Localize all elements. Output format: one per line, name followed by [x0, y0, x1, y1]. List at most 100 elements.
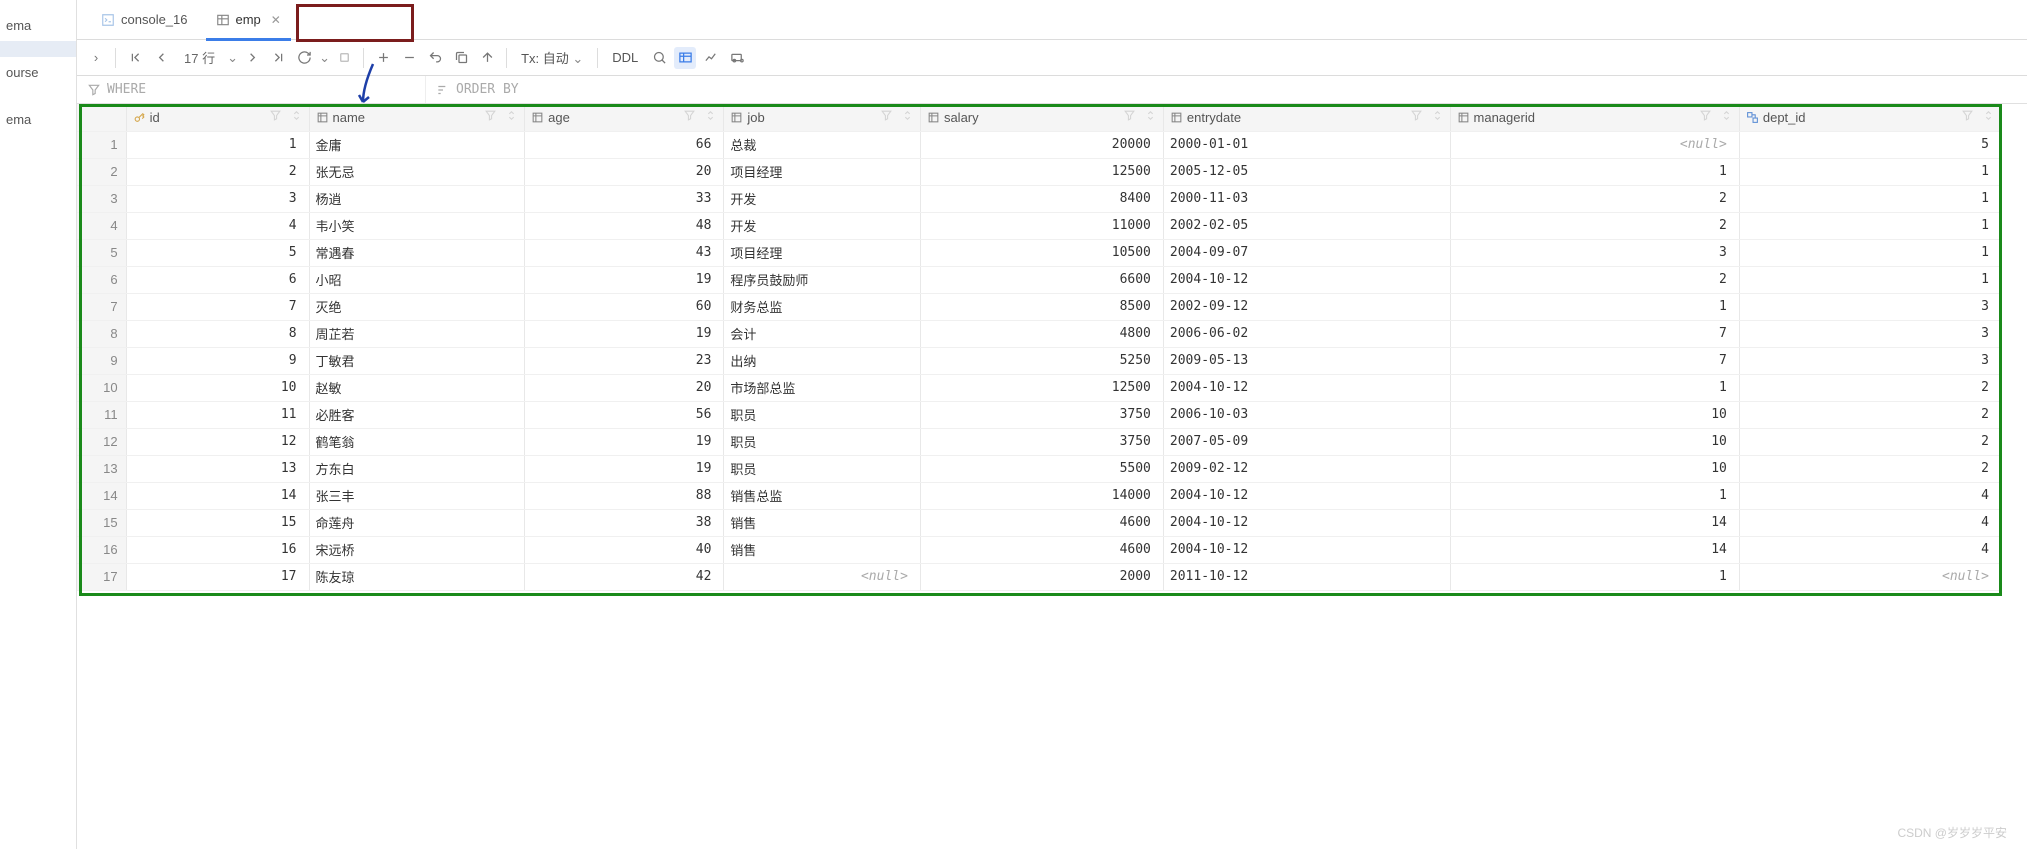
- cell-entrydate[interactable]: 2011-10-12: [1163, 563, 1450, 590]
- column-header-salary[interactable]: salary: [920, 104, 1163, 131]
- cell-name[interactable]: 小昭: [309, 266, 525, 293]
- cell-job[interactable]: <null>: [724, 563, 921, 590]
- cell-job[interactable]: 程序员鼓励师: [724, 266, 921, 293]
- cell-salary[interactable]: 4600: [920, 536, 1163, 563]
- cell-age[interactable]: 19: [525, 455, 724, 482]
- cell-id[interactable]: 2: [126, 158, 309, 185]
- cell-job[interactable]: 出纳: [724, 347, 921, 374]
- table-row[interactable]: 1313方东白19职员55002009-02-12102: [77, 455, 2002, 482]
- cell-job[interactable]: 会计: [724, 320, 921, 347]
- first-page-button[interactable]: [124, 47, 146, 69]
- cell-id[interactable]: 1: [126, 131, 309, 158]
- filter-icon[interactable]: [269, 109, 282, 125]
- table-row[interactable]: 1111必胜客56职员37502006-10-03102: [77, 401, 2002, 428]
- chevron-down-icon[interactable]: ⌄: [319, 50, 329, 66]
- cell-job[interactable]: 市场部总监: [724, 374, 921, 401]
- column-header-age[interactable]: age: [525, 104, 724, 131]
- cell-name[interactable]: 方东白: [309, 455, 525, 482]
- table-row[interactable]: 1515命莲舟38销售46002004-10-12144: [77, 509, 2002, 536]
- cell-name[interactable]: 韦小笑: [309, 212, 525, 239]
- next-page-button[interactable]: [241, 47, 263, 69]
- cell-salary[interactable]: 4800: [920, 320, 1163, 347]
- table-row[interactable]: 44韦小笑48开发110002002-02-0521: [77, 212, 2002, 239]
- cell-age[interactable]: 23: [525, 347, 724, 374]
- cell-job[interactable]: 职员: [724, 401, 921, 428]
- cell-age[interactable]: 19: [525, 428, 724, 455]
- cell-entrydate[interactable]: 2005-12-05: [1163, 158, 1450, 185]
- ddl-button[interactable]: DDL: [606, 50, 644, 65]
- tab-console[interactable]: console_16: [87, 0, 202, 40]
- cell-salary[interactable]: 2000: [920, 563, 1163, 590]
- cell-entrydate[interactable]: 2002-09-12: [1163, 293, 1450, 320]
- cell-managerid[interactable]: 1: [1450, 158, 1739, 185]
- expand-button[interactable]: ›: [85, 47, 107, 69]
- cell-age[interactable]: 56: [525, 401, 724, 428]
- sidebar-item[interactable]: ema: [0, 10, 76, 41]
- cell-id[interactable]: 6: [126, 266, 309, 293]
- cell-salary[interactable]: 20000: [920, 131, 1163, 158]
- cell-job[interactable]: 项目经理: [724, 158, 921, 185]
- cell-entrydate[interactable]: 2009-02-12: [1163, 455, 1450, 482]
- cell-salary[interactable]: 8500: [920, 293, 1163, 320]
- tab-emp[interactable]: emp ✕: [202, 0, 295, 40]
- cell-managerid[interactable]: 1: [1450, 293, 1739, 320]
- sidebar-item[interactable]: [0, 41, 76, 57]
- table-row[interactable]: 66小昭19程序员鼓励师66002004-10-1221: [77, 266, 2002, 293]
- cell-name[interactable]: 赵敏: [309, 374, 525, 401]
- cell-managerid[interactable]: <null>: [1450, 131, 1739, 158]
- filter-icon[interactable]: [484, 109, 497, 125]
- column-header-managerid[interactable]: managerid: [1450, 104, 1739, 131]
- cell-job[interactable]: 销售总监: [724, 482, 921, 509]
- cell-age[interactable]: 19: [525, 266, 724, 293]
- column-header-name[interactable]: name: [309, 104, 525, 131]
- cell-name[interactable]: 必胜客: [309, 401, 525, 428]
- stop-button[interactable]: [333, 47, 355, 69]
- cell-dept_id[interactable]: 1: [1739, 185, 2001, 212]
- cell-name[interactable]: 张三丰: [309, 482, 525, 509]
- cell-salary[interactable]: 3750: [920, 428, 1163, 455]
- where-filter[interactable]: WHERE: [77, 76, 426, 103]
- cell-name[interactable]: 常遇春: [309, 239, 525, 266]
- cell-name[interactable]: 金庸: [309, 131, 525, 158]
- cell-managerid[interactable]: 1: [1450, 563, 1739, 590]
- table-row[interactable]: 55常遇春43项目经理105002004-09-0731: [77, 239, 2002, 266]
- cell-dept_id[interactable]: <null>: [1739, 563, 2001, 590]
- cell-salary[interactable]: 12500: [920, 374, 1163, 401]
- cell-salary[interactable]: 5250: [920, 347, 1163, 374]
- cell-entrydate[interactable]: 2000-11-03: [1163, 185, 1450, 212]
- sort-icon[interactable]: [505, 109, 518, 125]
- cell-name[interactable]: 鹤笔翁: [309, 428, 525, 455]
- clone-row-button[interactable]: [450, 47, 472, 69]
- cell-age[interactable]: 40: [525, 536, 724, 563]
- cell-age[interactable]: 42: [525, 563, 724, 590]
- prev-page-button[interactable]: [150, 47, 172, 69]
- cell-managerid[interactable]: 7: [1450, 320, 1739, 347]
- cell-id[interactable]: 8: [126, 320, 309, 347]
- cell-managerid[interactable]: 1: [1450, 374, 1739, 401]
- cell-dept_id[interactable]: 4: [1739, 536, 2001, 563]
- cell-age[interactable]: 38: [525, 509, 724, 536]
- sidebar-item[interactable]: [0, 88, 76, 104]
- cell-entrydate[interactable]: 2004-10-12: [1163, 266, 1450, 293]
- cell-salary[interactable]: 14000: [920, 482, 1163, 509]
- cell-name[interactable]: 丁敏君: [309, 347, 525, 374]
- cell-age[interactable]: 43: [525, 239, 724, 266]
- cell-salary[interactable]: 6600: [920, 266, 1163, 293]
- cell-age[interactable]: 20: [525, 374, 724, 401]
- submit-button[interactable]: [476, 47, 498, 69]
- cell-salary[interactable]: 8400: [920, 185, 1163, 212]
- cell-entrydate[interactable]: 2004-10-12: [1163, 536, 1450, 563]
- search-button[interactable]: [648, 47, 670, 69]
- table-row[interactable]: 77灭绝60财务总监85002002-09-1213: [77, 293, 2002, 320]
- table-row[interactable]: 1717陈友琼42<null>20002011-10-121<null>: [77, 563, 2002, 590]
- sort-icon[interactable]: [901, 109, 914, 125]
- cell-job[interactable]: 开发: [724, 185, 921, 212]
- table-row[interactable]: 88周芷若19会计48002006-06-0273: [77, 320, 2002, 347]
- cell-dept_id[interactable]: 4: [1739, 509, 2001, 536]
- table-row[interactable]: 11金庸66总裁200002000-01-01<null>5: [77, 131, 2002, 158]
- cell-age[interactable]: 33: [525, 185, 724, 212]
- cell-age[interactable]: 66: [525, 131, 724, 158]
- column-header-id[interactable]: id: [126, 104, 309, 131]
- chart-view-button[interactable]: [700, 47, 722, 69]
- cell-dept_id[interactable]: 1: [1739, 212, 2001, 239]
